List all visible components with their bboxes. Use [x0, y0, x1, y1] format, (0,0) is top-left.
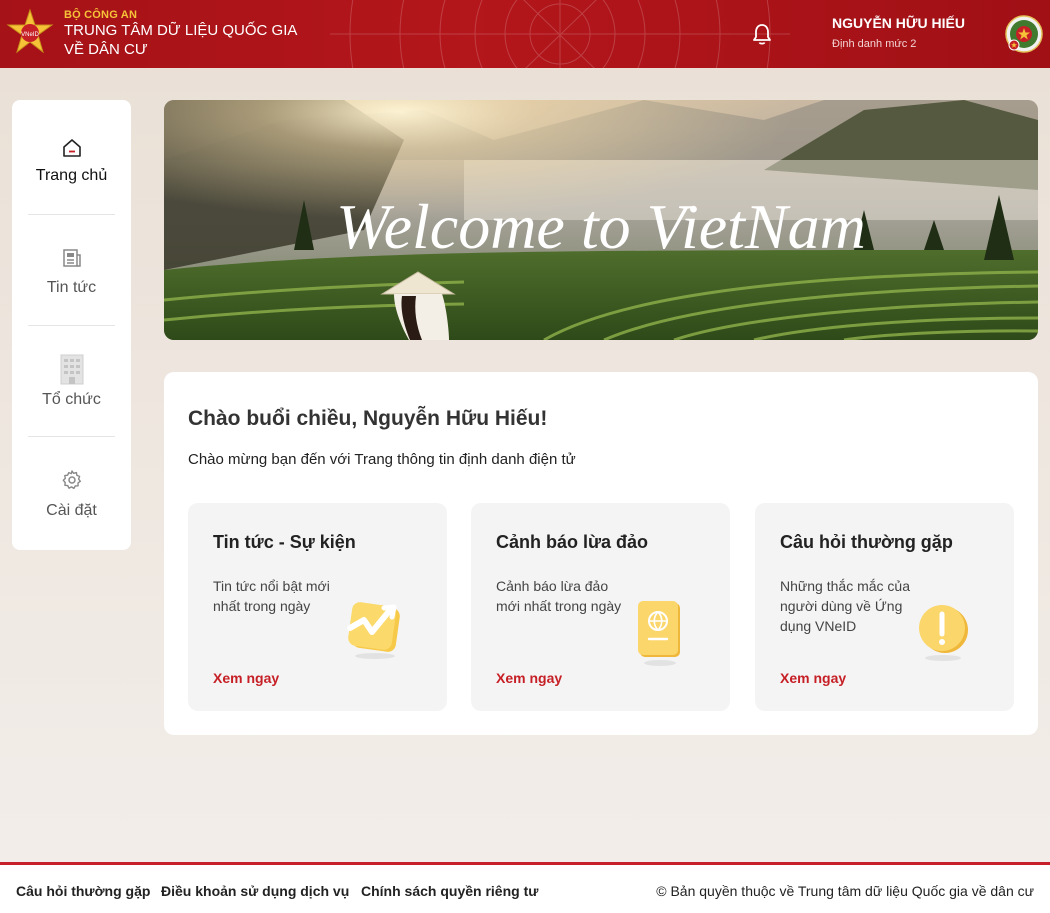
welcome-banner: Welcome to VietNam: [164, 100, 1038, 340]
exclamation-icon: [919, 605, 968, 661]
footer-link-terms[interactable]: Điều khoản sử dụng dịch vụ: [161, 883, 349, 899]
card-news-events[interactable]: Tin tức - Sự kiện Tin tức nổi bật mới nh…: [188, 503, 447, 711]
card-title: Câu hỏi thường gặp: [780, 532, 953, 552]
bell-icon[interactable]: [751, 22, 773, 46]
banner-welcome-text: Welcome to VietNam: [336, 191, 866, 262]
user-name: NGUYỄN HỮU HIẾU: [832, 15, 965, 31]
sidebar-item-organization[interactable]: Tổ chức: [12, 324, 131, 434]
card-title: Tin tức - Sự kiện: [213, 532, 356, 552]
home-icon: [62, 139, 81, 157]
card-description: Tin tức nổi bật mới nhất trong ngày: [213, 578, 330, 614]
sidebar-item-home[interactable]: Trang chủ: [12, 100, 131, 210]
welcome-text: Chào mừng bạn đến với Trang thông tin đị…: [188, 451, 576, 468]
sidebar-item-label: Trang chủ: [35, 167, 108, 184]
footer-link-faq[interactable]: Câu hỏi thường gặp: [16, 883, 150, 899]
card-fraud-warning[interactable]: Cảnh báo lừa đảo Cảnh báo lừa đảo mới nh…: [471, 503, 730, 711]
app-header: VNeID BỘ CÔNG AN TRUNG TÂM DỮ LIỆU QUỐC …: [0, 0, 1050, 68]
footer-copyright: © Bản quyền thuộc về Trung tâm dữ liệu Q…: [656, 883, 1034, 899]
card-view-now-link[interactable]: Xem ngay: [780, 670, 846, 686]
building-icon: [60, 354, 83, 385]
trend-chart-icon: [347, 602, 400, 659]
sidebar-item-label: Cài đặt: [46, 502, 97, 519]
user-info[interactable]: NGUYỄN HỮU HIẾU Định danh mức 2: [832, 15, 965, 50]
card-title: Cảnh báo lừa đảo: [496, 532, 649, 552]
card-description: Những thắc mắc của người dùng về Ứng dụn…: [780, 578, 910, 634]
org-center-line1: TRUNG TÂM DỮ LIỆU QUỐC GIA: [64, 22, 298, 39]
card-description: Cảnh báo lừa đảo mới nhất trong ngày: [496, 578, 622, 614]
sidebar-item-label: Tin tức: [46, 279, 97, 296]
sidebar-item-label: Tổ chức: [42, 391, 101, 408]
sidebar-item-news[interactable]: Tin tức: [12, 212, 131, 322]
user-level: Định danh mức 2: [832, 38, 917, 50]
card-faq[interactable]: Câu hỏi thường gặp Những thắc mắc của ng…: [755, 503, 1014, 711]
gear-icon: [62, 470, 81, 490]
landscape-banner-image: Welcome to VietNam: [164, 100, 1038, 340]
avatar[interactable]: [1005, 15, 1043, 53]
page-footer: Câu hỏi thường gặp Điều khoản sử dụng dị…: [0, 862, 1050, 913]
card-view-now-link[interactable]: Xem ngay: [213, 670, 279, 686]
newspaper-icon: [62, 249, 81, 267]
card-view-now-link[interactable]: Xem ngay: [496, 670, 562, 686]
footer-link-privacy[interactable]: Chính sách quyền riêng tư: [361, 883, 538, 899]
svg-text:VNeID: VNeID: [21, 32, 39, 38]
org-ministry: BỘ CÔNG AN: [64, 9, 138, 21]
passport-icon: [638, 601, 680, 666]
main-content-card: Chào buổi chiều, Nguyễn Hữu Hiếu! Chào m…: [164, 372, 1038, 735]
organization-name: BỘ CÔNG AN TRUNG TÂM DỮ LIỆU QUỐC GIA VỀ…: [64, 9, 297, 59]
sidebar-item-settings[interactable]: Cài đặt: [12, 436, 131, 546]
greeting-title: Chào buổi chiều, Nguyễn Hữu Hiếu!: [188, 407, 548, 430]
org-center-line2: VỀ DÂN CƯ: [64, 41, 148, 58]
police-emblem-logo[interactable]: VNeID: [6, 8, 54, 56]
sidebar: Trang chủ Tin tức Tổ chức Cài đặt: [12, 100, 131, 550]
